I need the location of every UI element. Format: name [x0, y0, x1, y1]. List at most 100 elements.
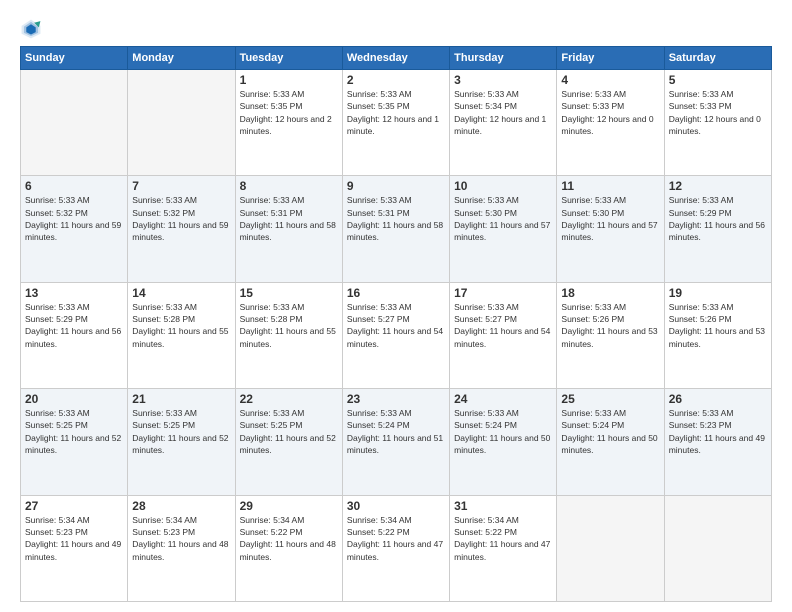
day-number: 3: [454, 73, 552, 87]
calendar-day-cell: 1Sunrise: 5:33 AMSunset: 5:35 PMDaylight…: [235, 70, 342, 176]
calendar-day-cell: 3Sunrise: 5:33 AMSunset: 5:34 PMDaylight…: [450, 70, 557, 176]
day-info: Sunrise: 5:33 AMSunset: 5:24 PMDaylight:…: [454, 407, 552, 456]
day-number: 30: [347, 499, 445, 513]
day-number: 18: [561, 286, 659, 300]
day-number: 5: [669, 73, 767, 87]
calendar-day-cell: 19Sunrise: 5:33 AMSunset: 5:26 PMDayligh…: [664, 282, 771, 388]
day-info: Sunrise: 5:33 AMSunset: 5:27 PMDaylight:…: [454, 301, 552, 350]
day-info: Sunrise: 5:34 AMSunset: 5:23 PMDaylight:…: [132, 514, 230, 563]
weekday-header-sunday: Sunday: [21, 47, 128, 70]
calendar-table: SundayMondayTuesdayWednesdayThursdayFrid…: [20, 46, 772, 602]
day-number: 23: [347, 392, 445, 406]
page: SundayMondayTuesdayWednesdayThursdayFrid…: [0, 0, 792, 612]
day-info: Sunrise: 5:34 AMSunset: 5:23 PMDaylight:…: [25, 514, 123, 563]
weekday-header-tuesday: Tuesday: [235, 47, 342, 70]
day-info: Sunrise: 5:34 AMSunset: 5:22 PMDaylight:…: [347, 514, 445, 563]
logo-icon: [20, 18, 42, 40]
day-number: 13: [25, 286, 123, 300]
day-number: 28: [132, 499, 230, 513]
day-info: Sunrise: 5:33 AMSunset: 5:31 PMDaylight:…: [347, 194, 445, 243]
calendar-day-cell: 18Sunrise: 5:33 AMSunset: 5:26 PMDayligh…: [557, 282, 664, 388]
calendar-week-row: 6 Sunrise: 5:33 AMSunset: 5:32 PMDaylight…: [21, 176, 772, 282]
calendar-day-cell: 6Sunrise: 5:33 AMSunset: 5:32 PMDaylight…: [21, 176, 128, 282]
day-info: Sunrise: 5:33 AMSunset: 5:27 PMDaylight:…: [347, 301, 445, 350]
day-number: 21: [132, 392, 230, 406]
day-info: Sunrise: 5:33 AMSunset: 5:34 PMDaylight:…: [454, 88, 552, 137]
day-info: Sunrise: 5:33 AMSunset: 5:35 PMDaylight:…: [347, 88, 445, 137]
weekday-header-wednesday: Wednesday: [342, 47, 449, 70]
day-info: Sunrise: 5:33 AMSunset: 5:28 PMDaylight:…: [240, 301, 338, 350]
calendar-day-cell: 12Sunrise: 5:33 AMSunset: 5:29 PMDayligh…: [664, 176, 771, 282]
calendar-day-cell: [557, 495, 664, 601]
day-info: Sunrise: 5:33 AMSunset: 5:25 PMDaylight:…: [25, 407, 123, 456]
day-number: 29: [240, 499, 338, 513]
day-info: Sunrise: 5:33 AMSunset: 5:24 PMDaylight:…: [561, 407, 659, 456]
calendar-day-cell: 21Sunrise: 5:33 AMSunset: 5:25 PMDayligh…: [128, 389, 235, 495]
calendar-week-row: 27Sunrise: 5:34 AMSunset: 5:23 PMDayligh…: [21, 495, 772, 601]
day-number: 27: [25, 499, 123, 513]
calendar-day-cell: [128, 70, 235, 176]
weekday-header-friday: Friday: [557, 47, 664, 70]
day-number: 6: [25, 179, 123, 193]
day-number: 22: [240, 392, 338, 406]
weekday-header-thursday: Thursday: [450, 47, 557, 70]
calendar-day-cell: 5Sunrise: 5:33 AMSunset: 5:33 PMDaylight…: [664, 70, 771, 176]
day-info: Sunrise: 5:33 AMSunset: 5:31 PMDaylight:…: [240, 194, 338, 243]
calendar-day-cell: 14Sunrise: 5:33 AMSunset: 5:28 PMDayligh…: [128, 282, 235, 388]
calendar-day-cell: 23Sunrise: 5:33 AMSunset: 5:24 PMDayligh…: [342, 389, 449, 495]
day-number: 14: [132, 286, 230, 300]
calendar-week-row: 20Sunrise: 5:33 AMSunset: 5:25 PMDayligh…: [21, 389, 772, 495]
day-number: 15: [240, 286, 338, 300]
calendar-week-row: 1Sunrise: 5:33 AMSunset: 5:35 PMDaylight…: [21, 70, 772, 176]
day-number: 7: [132, 179, 230, 193]
day-info: Sunrise: 5:33 AMSunset: 5:33 PMDaylight:…: [669, 88, 767, 137]
day-number: 11: [561, 179, 659, 193]
calendar-day-cell: 16Sunrise: 5:33 AMSunset: 5:27 PMDayligh…: [342, 282, 449, 388]
day-info: Sunrise: 5:34 AMSunset: 5:22 PMDaylight:…: [240, 514, 338, 563]
day-number: 25: [561, 392, 659, 406]
day-info: Sunrise: 5:33 AMSunset: 5:35 PMDaylight:…: [240, 88, 338, 137]
day-number: 9: [347, 179, 445, 193]
calendar-day-cell: 9Sunrise: 5:33 AMSunset: 5:31 PMDaylight…: [342, 176, 449, 282]
calendar-day-cell: 17Sunrise: 5:33 AMSunset: 5:27 PMDayligh…: [450, 282, 557, 388]
day-info: Sunrise: 5:34 AMSunset: 5:22 PMDaylight:…: [454, 514, 552, 563]
calendar-day-cell: [664, 495, 771, 601]
day-number: 17: [454, 286, 552, 300]
calendar-day-cell: 30Sunrise: 5:34 AMSunset: 5:22 PMDayligh…: [342, 495, 449, 601]
calendar-header-row: SundayMondayTuesdayWednesdayThursdayFrid…: [21, 47, 772, 70]
day-number: 4: [561, 73, 659, 87]
day-info: Sunrise: 5:33 AMSunset: 5:23 PMDaylight:…: [669, 407, 767, 456]
calendar-day-cell: 27Sunrise: 5:34 AMSunset: 5:23 PMDayligh…: [21, 495, 128, 601]
day-info: Sunrise: 5:33 AMSunset: 5:30 PMDaylight:…: [561, 194, 659, 243]
calendar-day-cell: 31Sunrise: 5:34 AMSunset: 5:22 PMDayligh…: [450, 495, 557, 601]
logo: [20, 18, 44, 40]
day-info: Sunrise: 5:33 AMSunset: 5:25 PMDaylight:…: [132, 407, 230, 456]
calendar-day-cell: 28Sunrise: 5:34 AMSunset: 5:23 PMDayligh…: [128, 495, 235, 601]
calendar-day-cell: 8Sunrise: 5:33 AMSunset: 5:31 PMDaylight…: [235, 176, 342, 282]
calendar-day-cell: 15Sunrise: 5:33 AMSunset: 5:28 PMDayligh…: [235, 282, 342, 388]
calendar-day-cell: 13Sunrise: 5:33 AMSunset: 5:29 PMDayligh…: [21, 282, 128, 388]
calendar-day-cell: 22Sunrise: 5:33 AMSunset: 5:25 PMDayligh…: [235, 389, 342, 495]
day-number: 8: [240, 179, 338, 193]
calendar-day-cell: 25Sunrise: 5:33 AMSunset: 5:24 PMDayligh…: [557, 389, 664, 495]
day-number: 26: [669, 392, 767, 406]
calendar-week-row: 13Sunrise: 5:33 AMSunset: 5:29 PMDayligh…: [21, 282, 772, 388]
day-info: Sunrise: 5:33 AMSunset: 5:29 PMDaylight:…: [25, 301, 123, 350]
day-number: 10: [454, 179, 552, 193]
day-number: 1: [240, 73, 338, 87]
calendar-day-cell: 4Sunrise: 5:33 AMSunset: 5:33 PMDaylight…: [557, 70, 664, 176]
calendar-day-cell: 7Sunrise: 5:33 AMSunset: 5:32 PMDaylight…: [128, 176, 235, 282]
day-number: 19: [669, 286, 767, 300]
calendar-day-cell: 20Sunrise: 5:33 AMSunset: 5:25 PMDayligh…: [21, 389, 128, 495]
calendar-day-cell: 24Sunrise: 5:33 AMSunset: 5:24 PMDayligh…: [450, 389, 557, 495]
day-info: Sunrise: 5:33 AMSunset: 5:25 PMDaylight:…: [240, 407, 338, 456]
calendar-day-cell: 10Sunrise: 5:33 AMSunset: 5:30 PMDayligh…: [450, 176, 557, 282]
day-number: 12: [669, 179, 767, 193]
calendar-day-cell: 11Sunrise: 5:33 AMSunset: 5:30 PMDayligh…: [557, 176, 664, 282]
day-info: Sunrise: 5:33 AMSunset: 5:26 PMDaylight:…: [561, 301, 659, 350]
day-number: 24: [454, 392, 552, 406]
day-info: Sunrise: 5:33 AMSunset: 5:33 PMDaylight:…: [561, 88, 659, 137]
day-info: Sunrise: 5:33 AMSunset: 5:32 PMDaylight:…: [132, 194, 230, 243]
day-info: Sunrise: 5:33 AMSunset: 5:26 PMDaylight:…: [669, 301, 767, 350]
header: [20, 18, 772, 40]
